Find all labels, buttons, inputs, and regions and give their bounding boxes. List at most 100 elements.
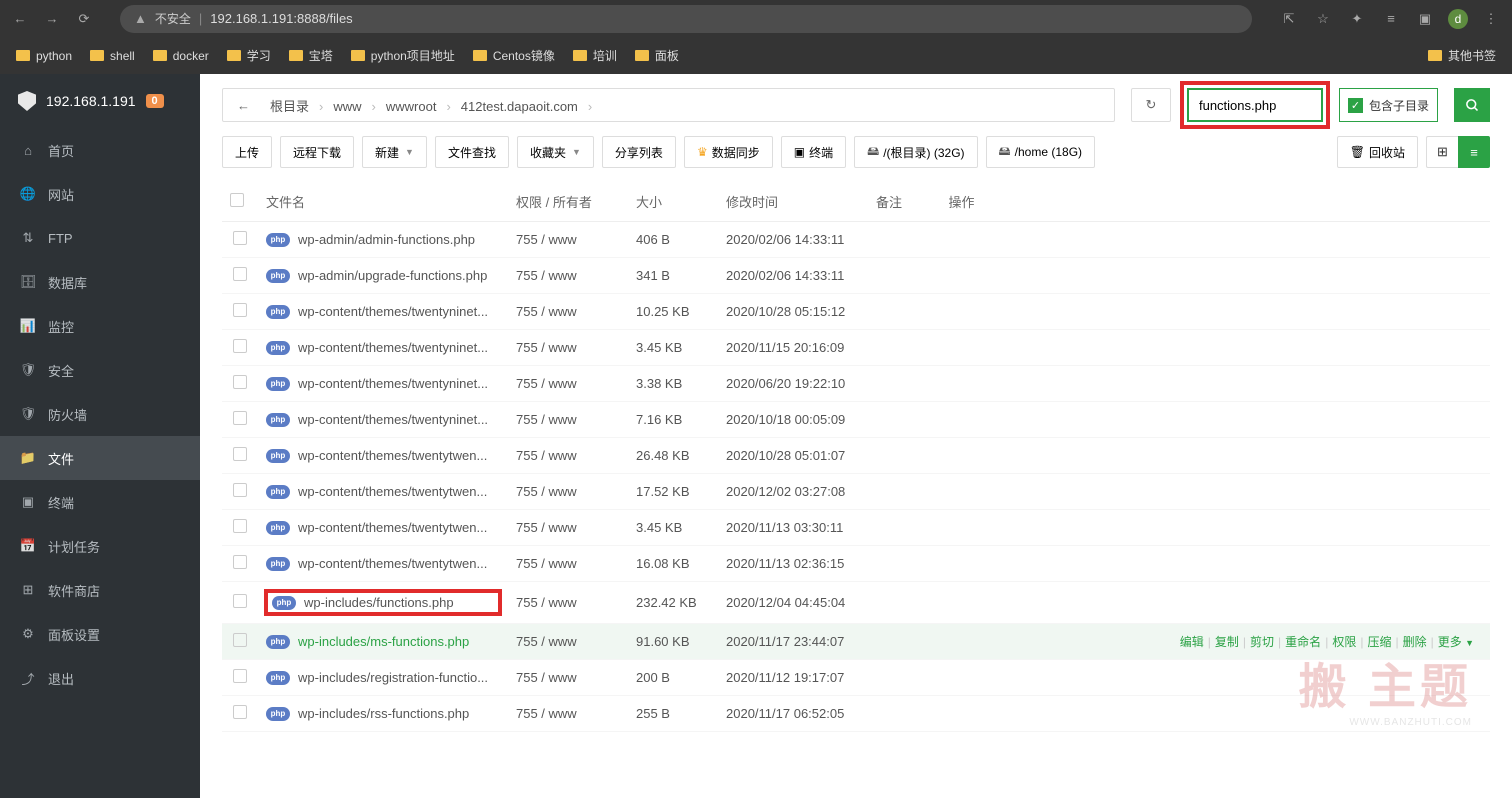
action-3[interactable]: 重命名: [1285, 633, 1321, 650]
include-subdir-checkbox[interactable]: ✓ 包含子目录: [1339, 88, 1438, 122]
data-sync-button[interactable]: ♛ 数据同步: [684, 136, 773, 168]
table-row[interactable]: phpwp-includes/registration-functio...75…: [222, 660, 1490, 696]
extension-icon[interactable]: ✦: [1346, 11, 1368, 27]
file-permission[interactable]: 755 / www: [508, 624, 628, 660]
action-6[interactable]: 删除: [1403, 633, 1427, 650]
disk-home-button[interactable]: 🖴 /home (18G): [986, 136, 1095, 168]
breadcrumb-item[interactable]: www: [323, 99, 371, 114]
action-5[interactable]: 压缩: [1367, 633, 1391, 650]
table-row[interactable]: phpwp-content/themes/twentytwen...755 / …: [222, 510, 1490, 546]
panel-icon[interactable]: ▣: [1414, 11, 1436, 27]
file-name[interactable]: wp-content/themes/twentytwen...: [298, 520, 487, 535]
file-permission[interactable]: 755 / www: [508, 222, 628, 258]
sidebar-item-terminal[interactable]: ▣终端: [0, 480, 200, 524]
file-permission[interactable]: 755 / www: [508, 474, 628, 510]
recycle-bin-button[interactable]: 🗑 回收站: [1337, 136, 1418, 168]
menu-icon[interactable]: ⋮: [1480, 11, 1502, 27]
sidebar-item-logout[interactable]: ⤴退出: [0, 656, 200, 700]
row-checkbox[interactable]: [233, 375, 247, 389]
list-view-button[interactable]: ≡: [1458, 136, 1490, 168]
row-checkbox[interactable]: [233, 555, 247, 569]
sidebar-item-cron[interactable]: 📅计划任务: [0, 524, 200, 568]
row-checkbox[interactable]: [233, 705, 247, 719]
terminal-button[interactable]: ▣ 终端: [781, 136, 846, 168]
notification-badge[interactable]: 0: [146, 94, 164, 108]
bookmark-item[interactable]: shell: [90, 49, 135, 63]
star-icon[interactable]: ☆: [1312, 11, 1334, 27]
file-permission[interactable]: 755 / www: [508, 294, 628, 330]
file-name[interactable]: wp-includes/rss-functions.php: [298, 706, 469, 721]
table-row[interactable]: phpwp-content/themes/twentytwen...755 / …: [222, 438, 1490, 474]
file-permission[interactable]: 755 / www: [508, 330, 628, 366]
action-7[interactable]: 更多 ▼: [1438, 633, 1474, 650]
sidebar-item-shield[interactable]: 🛡安全: [0, 348, 200, 392]
bookmark-item[interactable]: Centos镜像: [473, 47, 555, 64]
row-checkbox[interactable]: [233, 633, 247, 647]
row-checkbox[interactable]: [233, 483, 247, 497]
table-row[interactable]: phpwp-includes/ms-functions.php755 / www…: [222, 624, 1490, 660]
file-name[interactable]: wp-admin/upgrade-functions.php: [298, 268, 487, 283]
table-row[interactable]: phpwp-content/themes/twentyninet...755 /…: [222, 402, 1490, 438]
file-name[interactable]: wp-content/themes/twentytwen...: [298, 448, 487, 463]
file-permission[interactable]: 755 / www: [508, 402, 628, 438]
bookmark-item[interactable]: 培训: [573, 47, 617, 64]
grid-view-button[interactable]: ⊞: [1426, 136, 1458, 168]
share-icon[interactable]: ⇱: [1278, 11, 1300, 27]
sidebar-item-folder[interactable]: 📁文件: [0, 436, 200, 480]
file-permission[interactable]: 755 / www: [508, 582, 628, 624]
browser-forward-button[interactable]: →: [42, 9, 62, 29]
browser-back-button[interactable]: ←: [10, 9, 30, 29]
action-1[interactable]: 复制: [1215, 633, 1239, 650]
row-checkbox[interactable]: [233, 411, 247, 425]
file-name[interactable]: wp-admin/admin-functions.php: [298, 232, 475, 247]
file-permission[interactable]: 755 / www: [508, 546, 628, 582]
file-permission[interactable]: 755 / www: [508, 660, 628, 696]
favorites-button[interactable]: 收藏夹▼: [517, 136, 594, 168]
sidebar-item-monitor[interactable]: 📊监控: [0, 304, 200, 348]
sidebar-item-globe[interactable]: 🌐网站: [0, 172, 200, 216]
file-name[interactable]: wp-content/themes/twentytwen...: [298, 556, 487, 571]
file-permission[interactable]: 755 / www: [508, 438, 628, 474]
table-row[interactable]: phpwp-admin/upgrade-functions.php755 / w…: [222, 258, 1490, 294]
bookmark-item[interactable]: python项目地址: [351, 47, 455, 64]
sidebar-item-home[interactable]: ⌂首页: [0, 128, 200, 172]
table-row[interactable]: phpwp-content/themes/twentyninet...755 /…: [222, 366, 1490, 402]
bookmark-item[interactable]: 学习: [227, 47, 271, 64]
file-permission[interactable]: 755 / www: [508, 366, 628, 402]
remote-download-button[interactable]: 远程下载: [280, 136, 354, 168]
disk-root-button[interactable]: 🖴 /(根目录) (32G): [854, 136, 977, 168]
bookmark-item[interactable]: python: [16, 49, 72, 63]
new-button[interactable]: 新建▼: [362, 136, 427, 168]
file-permission[interactable]: 755 / www: [508, 696, 628, 732]
row-checkbox[interactable]: [233, 267, 247, 281]
sidebar-item-firewall[interactable]: 🛡防火墙: [0, 392, 200, 436]
header-date[interactable]: 修改时间: [718, 182, 868, 222]
action-2[interactable]: 剪切: [1250, 633, 1274, 650]
file-permission[interactable]: 755 / www: [508, 258, 628, 294]
header-size[interactable]: 大小: [628, 182, 718, 222]
table-row[interactable]: phpwp-admin/admin-functions.php755 / www…: [222, 222, 1490, 258]
file-permission[interactable]: 755 / www: [508, 510, 628, 546]
sidebar-item-ftp[interactable]: ⇅FTP: [0, 216, 200, 260]
table-row[interactable]: phpwp-includes/rss-functions.php755 / ww…: [222, 696, 1490, 732]
row-checkbox[interactable]: [233, 339, 247, 353]
file-name[interactable]: wp-content/themes/twentytwen...: [298, 484, 487, 499]
refresh-button[interactable]: ↻: [1131, 88, 1171, 122]
sidebar-item-store[interactable]: ⊞软件商店: [0, 568, 200, 612]
select-all-checkbox[interactable]: [230, 193, 244, 207]
file-name[interactable]: wp-content/themes/twentyninet...: [298, 412, 488, 427]
share-list-button[interactable]: 分享列表: [602, 136, 676, 168]
row-checkbox[interactable]: [233, 669, 247, 683]
browser-reload-button[interactable]: ⟳: [74, 9, 94, 29]
row-checkbox[interactable]: [233, 231, 247, 245]
file-search-button[interactable]: 文件查找: [435, 136, 509, 168]
bookmark-item[interactable]: 宝塔: [289, 47, 333, 64]
header-permission[interactable]: 权限 / 所有者: [508, 182, 628, 222]
breadcrumb-item[interactable]: 412test.dapaoit.com: [451, 99, 588, 114]
breadcrumb-item[interactable]: wwwroot: [376, 99, 447, 114]
table-row[interactable]: phpwp-content/themes/twentytwen...755 / …: [222, 546, 1490, 582]
table-row[interactable]: phpwp-content/themes/twentyninet...755 /…: [222, 294, 1490, 330]
upload-button[interactable]: 上传: [222, 136, 272, 168]
table-row[interactable]: phpwp-content/themes/twentytwen...755 / …: [222, 474, 1490, 510]
row-checkbox[interactable]: [233, 594, 247, 608]
